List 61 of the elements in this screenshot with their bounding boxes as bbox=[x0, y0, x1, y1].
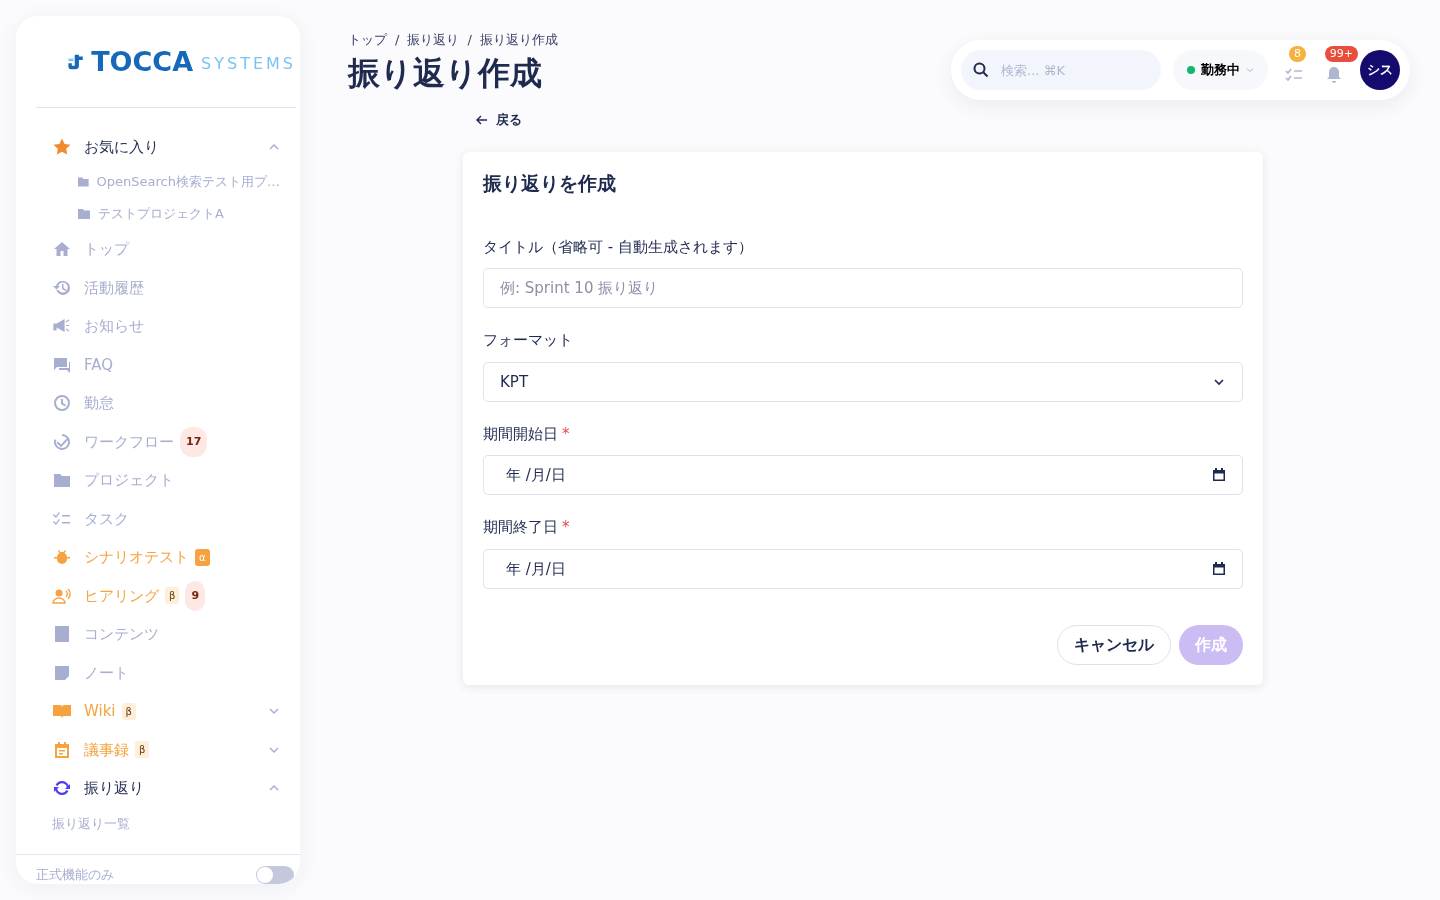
beta-tag: β bbox=[121, 702, 136, 720]
required-mark: * bbox=[562, 424, 570, 443]
search-icon bbox=[973, 62, 989, 78]
sidebar-item[interactable]: 議事録 β bbox=[52, 730, 280, 769]
cancel-button[interactable]: キャンセル bbox=[1057, 624, 1171, 665]
sidebar-item[interactable]: 勤怠 bbox=[52, 384, 280, 423]
sidebar-item[interactable]: Wiki β bbox=[52, 692, 280, 731]
sidebar-item[interactable]: タスク bbox=[52, 499, 280, 538]
toggle-switch[interactable] bbox=[256, 865, 294, 884]
calendar-icon bbox=[1212, 561, 1226, 576]
beta-tag: β bbox=[135, 741, 150, 759]
sidebar-item[interactable]: 振り返り bbox=[52, 769, 280, 808]
sidebar-subitem[interactable]: OpenSearch検索テスト用プ… bbox=[52, 166, 280, 198]
search-field[interactable]: 検索... ⌘K bbox=[961, 50, 1161, 90]
sidebar-item[interactable]: シナリオテスト α bbox=[52, 538, 280, 577]
form-title: 振り返りを作成 bbox=[483, 172, 617, 195]
bell-icon bbox=[1326, 66, 1342, 84]
brand-subtitle: SYSTEMS bbox=[201, 53, 296, 76]
sidebar-item[interactable]: お気に入り bbox=[52, 127, 280, 166]
field-label: 期間開始日 bbox=[483, 424, 558, 443]
user-avatar[interactable]: シス bbox=[1360, 50, 1400, 90]
toggle-label: 正式機能のみ bbox=[36, 865, 114, 884]
date-field: 年 /月/日 bbox=[483, 548, 1243, 589]
field-label: フォーマット bbox=[483, 331, 573, 350]
select-field: KPT bbox=[483, 361, 1243, 402]
calendar-icon bbox=[1212, 468, 1226, 483]
text-input[interactable]: 例: Sprint 10 振り返り bbox=[483, 268, 1243, 309]
field-label: 期間終了日 bbox=[483, 518, 558, 537]
folder-icon bbox=[78, 209, 90, 219]
breadcrumb-link[interactable]: トップ bbox=[348, 30, 387, 50]
count-badge: 9 bbox=[185, 580, 206, 611]
sidebar-item[interactable]: コンテンツ bbox=[52, 615, 280, 654]
breadcrumb-link[interactable]: 振り返り bbox=[407, 30, 460, 50]
brand-name: TOCCA bbox=[91, 45, 194, 79]
breadcrumb-separator: / bbox=[467, 31, 472, 49]
status-dot bbox=[1187, 66, 1195, 74]
sidebar-subitem[interactable]: テストプロジェクトA bbox=[52, 198, 280, 230]
beta-tag: α bbox=[195, 548, 210, 566]
checklist-icon bbox=[1285, 67, 1303, 83]
required-mark: * bbox=[562, 518, 570, 537]
sidebar-item[interactable]: ヒアリング β 9 bbox=[52, 576, 280, 615]
date-field: 年 /月/日 bbox=[483, 455, 1243, 496]
folder-icon bbox=[78, 177, 89, 187]
sidebar-item[interactable]: ワークフロー 17 bbox=[52, 422, 280, 461]
back-link[interactable]: 戻る bbox=[476, 110, 522, 130]
sidebar-item[interactable]: お知らせ bbox=[52, 307, 280, 346]
count-badge: 17 bbox=[180, 426, 208, 457]
status-dropdown[interactable]: 勤務中 bbox=[1173, 50, 1268, 90]
sidebar-item[interactable]: プロジェクト bbox=[52, 461, 280, 500]
count-badge: 8 bbox=[1289, 46, 1306, 62]
page-title: 振り返り作成 bbox=[348, 53, 543, 92]
count-badge: 99+ bbox=[1324, 46, 1358, 62]
sidebar-item[interactable]: ノート bbox=[52, 653, 280, 692]
field-label: タイトル（省略可 - 自動生成されます） bbox=[483, 237, 753, 256]
beta-tag: β bbox=[165, 587, 180, 605]
arrow-left-icon bbox=[476, 115, 488, 125]
breadcrumb-separator: / bbox=[395, 31, 400, 49]
sidebar-item[interactable]: トップ bbox=[52, 230, 280, 269]
sidebar-item[interactable]: 活動履歴 bbox=[52, 268, 280, 307]
caret-icon bbox=[1246, 66, 1254, 74]
sidebar-item[interactable]: FAQ bbox=[52, 345, 280, 384]
